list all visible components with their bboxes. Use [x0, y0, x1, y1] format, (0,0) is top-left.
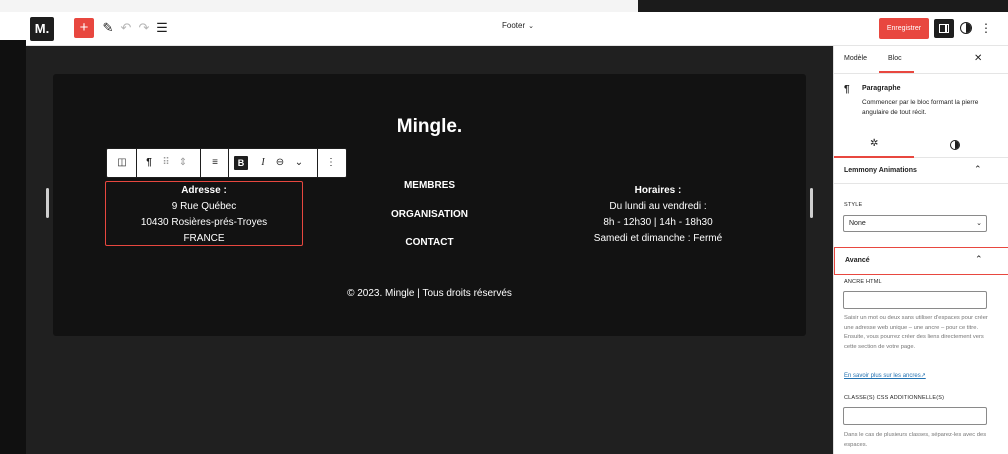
- hours-weekend: Samedi et dimanche : Fermé: [593, 233, 723, 244]
- settings-panel-icon[interactable]: [934, 19, 954, 38]
- block-card-description: Commencer par le bloc formant la pierre …: [862, 99, 979, 116]
- styles-icon[interactable]: [950, 140, 960, 150]
- gear-icon[interactable]: ✲: [870, 138, 878, 149]
- footer-brand[interactable]: Mingle.: [53, 116, 806, 138]
- toolbar-align-segment: ≡: [201, 149, 229, 177]
- more-options-icon[interactable]: ⋮: [980, 19, 992, 37]
- more-options-icon[interactable]: ⋮: [325, 155, 337, 171]
- move-up-down-icon[interactable]: ⇕: [177, 155, 189, 171]
- nav-item-contact[interactable]: CONTACT: [363, 236, 496, 265]
- paragraph-icon[interactable]: ¶: [143, 155, 155, 171]
- add-block-button[interactable]: +: [74, 18, 94, 38]
- bold-icon[interactable]: B: [234, 156, 248, 170]
- left-resize-handle[interactable]: [46, 188, 49, 218]
- save-button[interactable]: Enregistrer: [879, 18, 929, 39]
- address-country: FRANCE: [183, 233, 225, 244]
- inspector-tabs: ✲: [834, 132, 1008, 158]
- align-center-icon[interactable]: ≡: [209, 155, 221, 171]
- block-card: ¶ Paragraphe Commencer par le bloc forma…: [834, 74, 1008, 130]
- select-parent-icon[interactable]: ◫: [115, 155, 129, 171]
- css-classes-label: CLASSE(S) CSS ADDITIONNELLE(S): [844, 395, 945, 401]
- toolbar-parent-segment: ◫: [107, 149, 137, 177]
- anchor-input[interactable]: [843, 291, 987, 309]
- settings-sidebar: Modèle Bloc ✕ ¶ Paragraphe Commencer par…: [833, 46, 1008, 454]
- css-classes-input[interactable]: [843, 407, 987, 425]
- active-tab-indicator: [879, 71, 914, 73]
- tab-modele[interactable]: Modèle: [844, 55, 867, 62]
- style-label: STYLE: [844, 202, 863, 208]
- animations-panel-header[interactable]: Lemmony Animations ⌃: [834, 158, 1008, 184]
- pencil-icon[interactable]: ✎: [98, 18, 118, 38]
- styles-icon[interactable]: [960, 22, 972, 34]
- tab-bloc[interactable]: Bloc: [888, 55, 902, 62]
- hours-times: 8h - 12h30 | 14h - 18h30: [603, 217, 713, 228]
- hours-label: Horaires :: [634, 185, 682, 196]
- site-logo[interactable]: M.: [30, 17, 54, 41]
- editor-canvas: Mingle. ◫ ¶ ⠿ ⇕ ≡ B I ⊖ ⌄ ⋮ Adresse: 9 …: [26, 46, 833, 454]
- chevron-down-icon[interactable]: ⌄: [293, 155, 305, 171]
- close-icon[interactable]: ✕: [974, 53, 982, 64]
- css-classes-help-text: Dans le cas de plusieurs classes, sépare…: [844, 432, 987, 448]
- chevron-down-icon: ⌄: [528, 23, 534, 30]
- background-dark-strip: [638, 0, 1008, 12]
- nav-item-membres[interactable]: MEMBRES: [363, 179, 496, 208]
- address-city: 10430 Rosières-prés-Troyes: [140, 217, 268, 228]
- style-select[interactable]: None ⌄: [843, 215, 987, 232]
- advanced-panel-title: Avancé: [845, 257, 870, 264]
- editor-toolbar: M. + ✎ ↶ ↷ ☰ Footer ⌄ Enregistrer ⋮: [26, 12, 1008, 46]
- editor-window: M. + ✎ ↶ ↷ ☰ Footer ⌄ Enregistrer ⋮ Mingl…: [26, 12, 1008, 454]
- chevron-down-icon: ⌄: [976, 220, 982, 227]
- block-toolbar: ◫ ¶ ⠿ ⇕ ≡ B I ⊖ ⌄ ⋮: [106, 148, 347, 178]
- chevron-up-icon: ⌃: [975, 254, 983, 264]
- address-street: 9 Rue Québec: [171, 201, 237, 212]
- link-icon[interactable]: ⊖: [273, 155, 287, 171]
- document-title-text: Footer: [502, 21, 526, 30]
- copyright-text[interactable]: © 2023. Mingle | Tous droits réservés: [53, 288, 806, 299]
- list-view-icon[interactable]: ☰: [152, 18, 172, 38]
- toolbar-divider: [317, 149, 318, 177]
- undo-icon[interactable]: ↶: [116, 18, 136, 38]
- anchor-label: ANCRE HTML: [844, 279, 882, 285]
- paragraph-icon: ¶: [844, 84, 850, 95]
- style-select-value: None: [849, 220, 866, 227]
- italic-icon[interactable]: I: [258, 155, 268, 171]
- animations-panel-title: Lemmony Animations: [844, 167, 917, 174]
- chevron-up-icon: ⌃: [974, 164, 982, 174]
- right-resize-handle[interactable]: [810, 188, 813, 218]
- hours-paragraph[interactable]: Horaires : Du lundi au vendredi : 8h - 1…: [578, 183, 738, 247]
- redo-icon[interactable]: ↷: [134, 18, 154, 38]
- advanced-panel-header[interactable]: Avancé ⌃: [834, 247, 1008, 275]
- sidebar-tabs: Modèle Bloc ✕: [834, 46, 1008, 74]
- background-window-edge: [0, 12, 26, 40]
- address-label: Adresse :: [181, 185, 227, 196]
- drag-handle-icon[interactable]: ⠿: [161, 155, 171, 171]
- toolbar-block-segment: ¶ ⠿ ⇕: [137, 149, 201, 177]
- anchor-help-link[interactable]: En savoir plus sur les ancres↗: [844, 372, 926, 379]
- block-card-title: Paragraphe: [862, 85, 901, 92]
- anchor-help-text: Saisir un mot ou deux sans utiliser d'es…: [844, 315, 988, 350]
- address-paragraph[interactable]: Adresse : 9 Rue Québec 10430 Rosières-pr…: [105, 181, 303, 246]
- hours-weekdays: Du lundi au vendredi :: [609, 201, 707, 212]
- document-title[interactable]: Footer ⌄: [502, 21, 534, 30]
- footer-navigation: MEMBRES ORGANISATION CONTACT: [363, 179, 496, 265]
- nav-item-organisation[interactable]: ORGANISATION: [363, 208, 496, 237]
- footer-block: Mingle. ◫ ¶ ⠿ ⇕ ≡ B I ⊖ ⌄ ⋮ Adresse: 9 …: [53, 74, 806, 336]
